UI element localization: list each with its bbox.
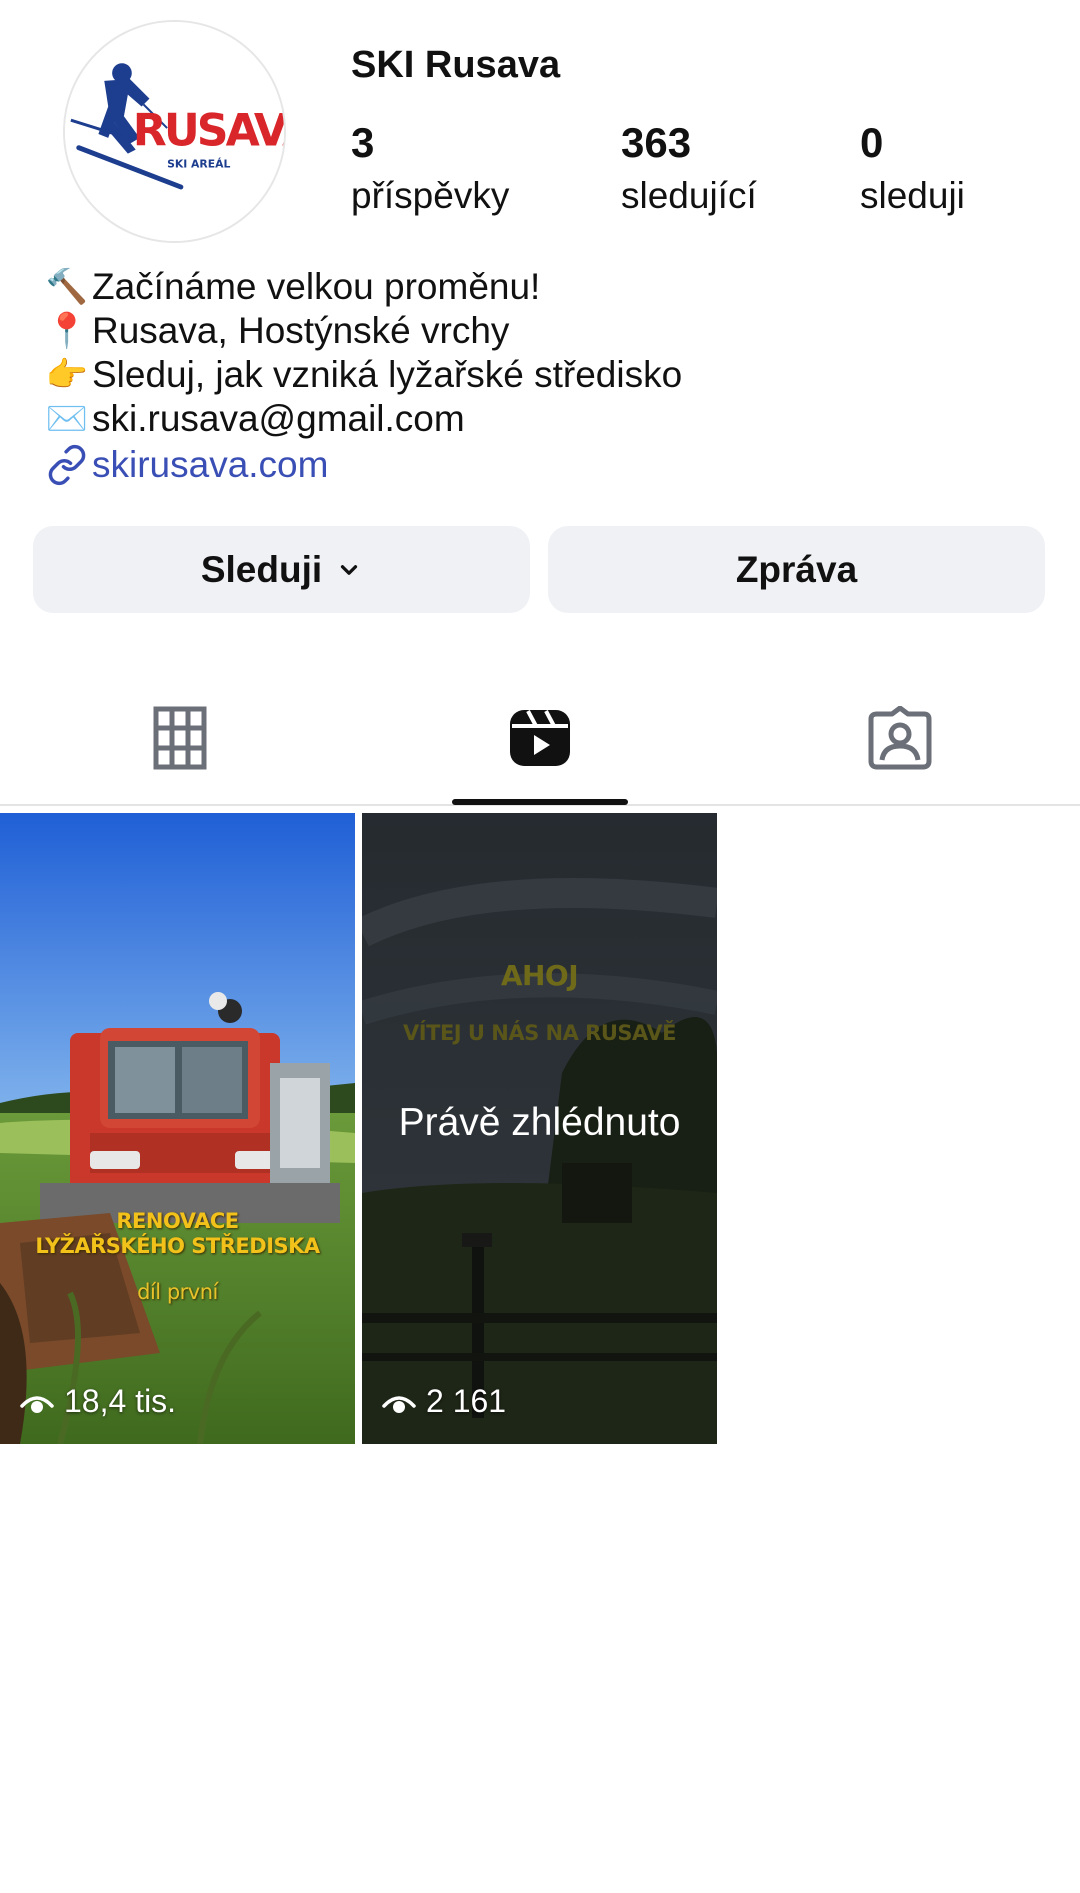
stat-posts-value: 3 [351,119,375,166]
message-button-label: Zpráva [735,548,858,590]
reel-caption: LYŽAŘSKÉHO STŘEDISKA [35,1234,320,1258]
hammer-icon: 🔨 [45,267,89,307]
profile-page: RUSAVA SKI AREÁL SKI Rusava 3 příspěvky … [0,0,1080,1893]
pin-icon: 📍 [45,311,89,351]
tab-tagged[interactable] [720,690,1080,804]
following-button[interactable]: Sleduji [33,526,530,613]
reel-caption: VÍTEJ U NÁS NA RUSAVĚ [403,1021,676,1045]
stat-following-value: 0 [860,119,884,166]
reel-views: 2 161 [382,1383,506,1420]
stat-followers-value: 363 [621,119,692,166]
envelope-icon: ✉️ [45,399,89,439]
reel-thumbnail[interactable]: AHOJ VÍTEJ U NÁS NA RUSAVĚ Právě zhlédnu… [362,813,717,1444]
profile-bio: 🔨 Začínáme velkou proměnu! 📍 Rusava, Hos… [44,265,1044,489]
bio-line: 🔨 Začínáme velkou proměnu! [44,265,1044,309]
stat-posts-label: příspěvky [351,175,510,216]
bio-line: ✉️ ski.rusava@gmail.com [44,397,1044,441]
stat-following[interactable]: 0 sleduji [860,118,965,221]
tagged-icon [868,706,932,770]
just-watched-label: Právě zhlédnuto [398,1101,681,1144]
pointing-hand-icon: 👉 [45,355,89,395]
active-tab-indicator [452,799,628,805]
tab-reels[interactable] [360,690,720,804]
reel-caption: díl první [137,1280,218,1304]
reel-view-count: 2 161 [426,1383,507,1419]
message-button[interactable]: Zpráva [548,526,1045,613]
rusava-logo: RUSAVA SKI AREÁL [65,22,284,241]
reels-icon [510,710,570,766]
bio-line: 📍 Rusava, Hostýnské vrchy [44,309,1044,353]
profile-name: SKI Rusava [351,44,561,86]
reel-thumbnail[interactable]: RENOVACE LYŽAŘSKÉHO STŘEDISKA díl první … [0,813,355,1444]
logo-subtext: SKI AREÁL [167,157,230,170]
chevron-down-icon [336,557,362,583]
bio-text: Rusava, Hostýnské vrchy [92,310,510,351]
bio-email: ski.rusava@gmail.com [92,398,465,439]
stat-followers-label: sledující [621,175,757,216]
grid-icon [153,706,207,770]
reel-views: 18,4 tis. [20,1383,176,1420]
reel-caption: AHOJ [500,959,579,992]
reel-view-count: 18,4 tis. [64,1383,177,1419]
stat-followers[interactable]: 363 sledující [621,118,757,221]
profile-tabs [0,690,1080,806]
stat-following-label: sleduji [860,175,965,216]
following-button-label: Sleduji [200,548,323,590]
eye-icon [20,1395,54,1413]
stat-posts[interactable]: 3 příspěvky [351,118,509,221]
reel-caption: RENOVACE [116,1209,239,1233]
logo-text: RUSAVA [133,106,284,157]
profile-avatar[interactable]: RUSAVA SKI AREÁL [63,20,286,243]
bio-website-link[interactable]: skirusava.com [44,441,1044,489]
link-icon [44,443,90,487]
bio-line: 👉 Sleduj, jak vzniká lyžařské středisko [44,353,1044,397]
reel-image-snowcat [0,813,355,1444]
bio-text: Sleduj, jak vzniká lyžařské středisko [92,354,683,395]
bio-text: Začínáme velkou proměnu! [92,266,541,307]
eye-icon [382,1395,416,1413]
bio-link-text: skirusava.com [92,444,329,485]
tab-grid[interactable] [0,690,360,804]
